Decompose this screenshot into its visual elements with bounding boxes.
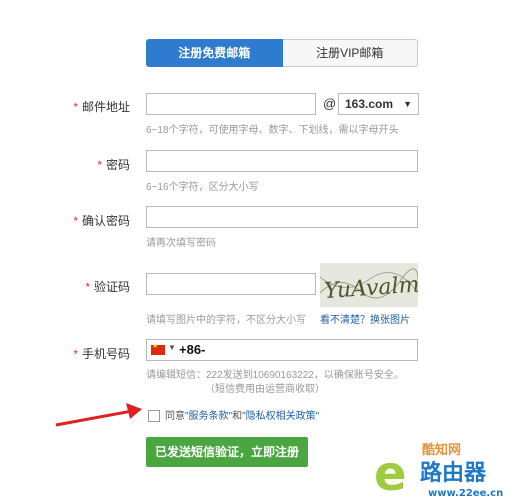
watermark-url: www.22ee.cn (428, 488, 503, 499)
email-label: * 邮件地址 (40, 98, 130, 115)
watermark-logo: 酷知网 e 路由器 www.22ee.cn (374, 442, 503, 500)
terms-link[interactable]: "服务条款" (185, 411, 232, 422)
confirm-hint: 请再次填写密码 (146, 238, 216, 249)
required-mark: * (85, 280, 90, 294)
password-label: * 密码 (40, 156, 130, 173)
captcha-text: YuAvalmb (323, 272, 418, 305)
password-input[interactable] (146, 150, 418, 172)
phone-hint: 请编辑短信：222发送到10690163222，以确保账号安全。 (146, 370, 404, 381)
agree-and: 和 (232, 411, 243, 422)
phone-hint-fee: （短信费用由运营商收取） (205, 384, 325, 395)
password-label-text: 密码 (105, 158, 130, 172)
at-sign: @ (323, 96, 337, 111)
tab-free-mail[interactable]: 注册免费邮箱 (146, 39, 283, 67)
agree-checkbox[interactable] (148, 410, 160, 423)
email-label-text: 邮件地址 (81, 100, 130, 114)
domain-value: 163.com (345, 97, 394, 111)
phone-input[interactable]: ▼ +86- (146, 339, 418, 361)
phone-label-text: 手机号码 (81, 347, 130, 361)
captcha-image[interactable]: YuAvalmb (320, 263, 418, 307)
tab-vip-mail[interactable]: 注册VIP邮箱 (282, 39, 418, 67)
refresh-captcha-link[interactable]: 看不清楚？换张图片 (320, 311, 410, 326)
watermark-router: 路由器 (420, 460, 487, 486)
required-mark: * (73, 214, 78, 228)
captcha-input[interactable] (146, 273, 316, 295)
confirm-label-text: 确认密码 (81, 214, 130, 228)
chevron-down-icon: ▼ (403, 99, 412, 109)
china-flag-icon[interactable] (151, 342, 165, 355)
required-mark: * (73, 347, 78, 361)
agree-terms: 同意"服务条款"和"隐私权相关政策" (148, 407, 319, 423)
required-mark: * (73, 100, 78, 114)
domain-select[interactable]: 163.com ▼ (338, 93, 419, 115)
confirm-password-label: * 确认密码 (40, 212, 130, 229)
password-hint: 6~16个字符，区分大小写 (146, 182, 259, 193)
watermark-brand: 酷知网 (422, 442, 461, 458)
svg-text:e: e (374, 446, 407, 500)
captcha-label: * 验证码 (40, 278, 130, 295)
privacy-link[interactable]: "隐私权相关政策" (242, 411, 319, 422)
captcha-hint: 请填写图片中的字符，不区分大小写 (146, 315, 306, 326)
email-input[interactable] (146, 93, 316, 115)
chevron-down-icon[interactable]: ▼ (168, 343, 176, 352)
email-hint: 6~18个字符，可使用字母、数字、下划线，需以字母开头 (146, 125, 399, 136)
red-arrow-icon (55, 403, 142, 427)
agree-prefix: 同意 (165, 411, 185, 422)
captcha-label-text: 验证码 (93, 280, 130, 294)
phone-prefix: +86- (179, 342, 206, 357)
required-mark: * (97, 158, 102, 172)
register-button[interactable]: 已发送短信验证，立即注册 (146, 437, 308, 467)
phone-label: * 手机号码 (40, 345, 130, 362)
confirm-password-input[interactable] (146, 206, 418, 228)
register-tabs: 注册免费邮箱 注册VIP邮箱 (146, 39, 418, 67)
